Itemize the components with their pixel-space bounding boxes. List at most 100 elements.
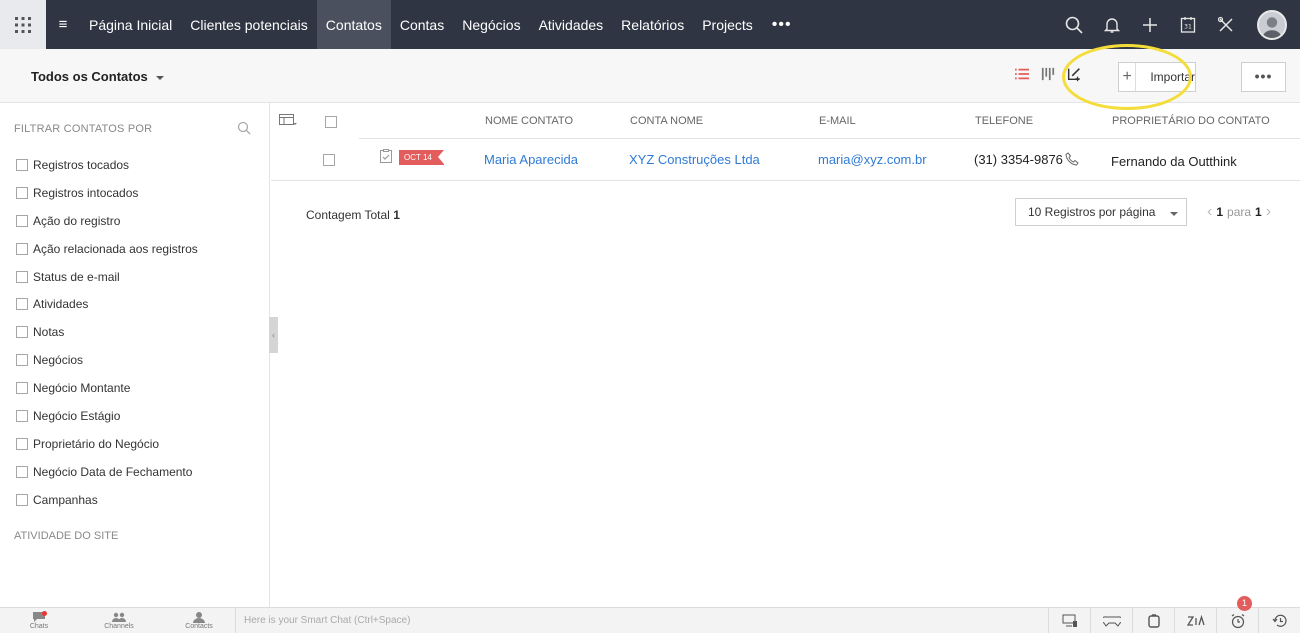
next-page-icon[interactable]: ›	[1266, 204, 1271, 220]
kanban-view-icon[interactable]	[1040, 66, 1056, 82]
total-count: Contagem Total 1	[306, 208, 400, 222]
filter-label: Negócio Montante	[33, 381, 131, 396]
total-count-label: Contagem Total	[306, 208, 390, 222]
bell-icon[interactable]	[1093, 0, 1131, 49]
filter-label: Registros intocados	[33, 185, 139, 200]
table-row[interactable]: OCT 14 Maria Aparecida XYZ Construções L…	[271, 139, 1300, 181]
tab-relatorios[interactable]: Relatórios	[612, 0, 693, 49]
chats-button[interactable]: Chats	[0, 608, 78, 633]
import-label[interactable]: Importar	[1136, 70, 1195, 84]
filter-item[interactable]: Ação relacionada aos registros	[16, 235, 198, 263]
user-avatar[interactable]	[1257, 9, 1287, 40]
zia-icon[interactable]	[1174, 608, 1216, 633]
view-selector[interactable]: Todos os Contatos	[31, 69, 164, 84]
menu-icon[interactable]: ≡	[46, 0, 80, 49]
page-total: 1	[1255, 205, 1262, 219]
contacts-button[interactable]: Contacts	[160, 608, 238, 633]
filter-checkbox[interactable]	[16, 186, 28, 199]
filter-item[interactable]: Proprietário do Negócio	[16, 430, 198, 458]
filter-label: Proprietário do Negócio	[33, 436, 160, 451]
filter-label: Ação do registro	[33, 213, 121, 228]
filter-checkbox[interactable]	[16, 326, 28, 339]
tab-pagina-inicial[interactable]: Página Inicial	[80, 0, 181, 49]
filter-checkbox[interactable]	[16, 437, 28, 450]
list-view-icon[interactable]	[1014, 66, 1030, 82]
tab-contas[interactable]: Contas	[391, 0, 453, 49]
filter-item[interactable]: Ação do registro	[16, 207, 198, 235]
filter-checkbox[interactable]	[16, 270, 28, 283]
task-icon[interactable]	[380, 149, 392, 163]
filter-item[interactable]: Atividades	[16, 290, 198, 318]
table-footer: Contagem Total 1 10 Registros por página…	[271, 198, 1300, 228]
filter-label: Notas	[33, 325, 65, 340]
prev-page-icon[interactable]: ‹	[1207, 204, 1212, 220]
channels-button[interactable]: Channels	[80, 608, 158, 633]
filter-item[interactable]: Negócio Montante	[16, 374, 198, 402]
column-settings-icon[interactable]	[279, 114, 297, 127]
contact-name-link[interactable]: Maria Aparecida	[484, 152, 578, 167]
app-launcher-button[interactable]	[0, 0, 46, 49]
records-per-page-select[interactable]: 10 Registros por página	[1015, 198, 1187, 226]
filter-checkbox[interactable]	[16, 382, 28, 395]
note-icon[interactable]	[1132, 608, 1174, 633]
filter-label: Negócio Estágio	[33, 408, 121, 423]
row-checkbox[interactable]	[323, 154, 335, 166]
filter-sidebar: FILTRAR CONTATOS POR Registros tocados R…	[0, 103, 270, 608]
search-icon[interactable]	[237, 121, 251, 135]
tab-atividades[interactable]: Atividades	[530, 0, 613, 49]
sidebar-collapse-handle[interactable]: ‹	[269, 317, 278, 353]
filter-checkbox[interactable]	[16, 409, 28, 422]
filter-checkbox[interactable]	[16, 493, 28, 506]
create-button[interactable]: +	[1119, 63, 1137, 91]
filter-item[interactable]: Negócio Estágio	[16, 402, 198, 430]
phone-icon[interactable]	[1065, 152, 1079, 166]
history-icon[interactable]	[1258, 608, 1300, 633]
calendar-icon[interactable]: 31	[1169, 0, 1207, 49]
filter-checkbox[interactable]	[16, 214, 28, 227]
email-link[interactable]: maria@xyz.com.br	[818, 152, 927, 167]
filter-item[interactable]: Campanhas	[16, 486, 198, 514]
filter-checkbox[interactable]	[16, 354, 28, 367]
column-header-account[interactable]: CONTA NOME	[630, 115, 703, 127]
import-button[interactable]: + Importar	[1118, 62, 1196, 92]
smart-chat-input[interactable]: Here is your Smart Chat (Ctrl+Space)	[244, 615, 410, 626]
tab-negocios[interactable]: Negócios	[453, 0, 529, 49]
column-header-email[interactable]: E-MAIL	[819, 115, 856, 127]
account-name-link[interactable]: XYZ Construções Ltda	[629, 152, 760, 167]
tab-contatos[interactable]: Contatos	[316, 0, 391, 49]
edit-view-icon[interactable]	[1066, 66, 1082, 82]
filter-checkbox[interactable]	[16, 242, 28, 255]
column-header-phone[interactable]: TELEFONE	[975, 115, 1033, 127]
filter-item[interactable]: Registros intocados	[16, 179, 198, 207]
records-per-page-value: 10 Registros por página	[1028, 205, 1156, 219]
channels-label: Channels	[104, 623, 134, 630]
filter-checkbox[interactable]	[16, 158, 28, 171]
select-all-checkbox[interactable]	[325, 116, 337, 128]
filter-item[interactable]: Registros tocados	[16, 151, 198, 179]
bottom-tools	[1048, 608, 1300, 633]
date-tag: OCT 14	[399, 150, 444, 165]
tab-clientes-potenciais[interactable]: Clientes potenciais	[181, 0, 317, 49]
filter-item[interactable]: Negócio Data de Fechamento	[16, 458, 198, 486]
gamepad-icon[interactable]	[1090, 608, 1132, 633]
filter-item[interactable]: Status de e-mail	[16, 263, 198, 291]
filter-checkbox[interactable]	[16, 298, 28, 311]
filter-checkbox[interactable]	[16, 465, 28, 478]
add-icon[interactable]	[1131, 0, 1169, 49]
more-tabs-button[interactable]: •••	[762, 0, 802, 49]
column-header-owner[interactable]: PROPRIETÁRIO DO CONTATO	[1112, 115, 1270, 127]
setup-tools-icon[interactable]	[1207, 0, 1245, 49]
column-header-name[interactable]: NOME CONTATO	[485, 115, 573, 127]
alarm-icon[interactable]	[1216, 608, 1258, 633]
filter-title: FILTRAR CONTATOS POR	[14, 123, 153, 135]
screen-share-icon[interactable]	[1048, 608, 1090, 633]
search-icon[interactable]	[1055, 0, 1093, 49]
pagination: ‹ 1 para 1 ›	[1207, 204, 1271, 220]
filter-item[interactable]: Notas	[16, 318, 198, 346]
filter-item[interactable]: Negócios	[16, 346, 198, 374]
table-header: NOME CONTATO CONTA NOME E-MAIL TELEFONE …	[271, 103, 1300, 139]
divider	[235, 608, 236, 633]
filter-label: Campanhas	[33, 492, 98, 507]
more-actions-button[interactable]: •••	[1241, 62, 1286, 92]
tab-projects[interactable]: Projects	[693, 0, 762, 49]
